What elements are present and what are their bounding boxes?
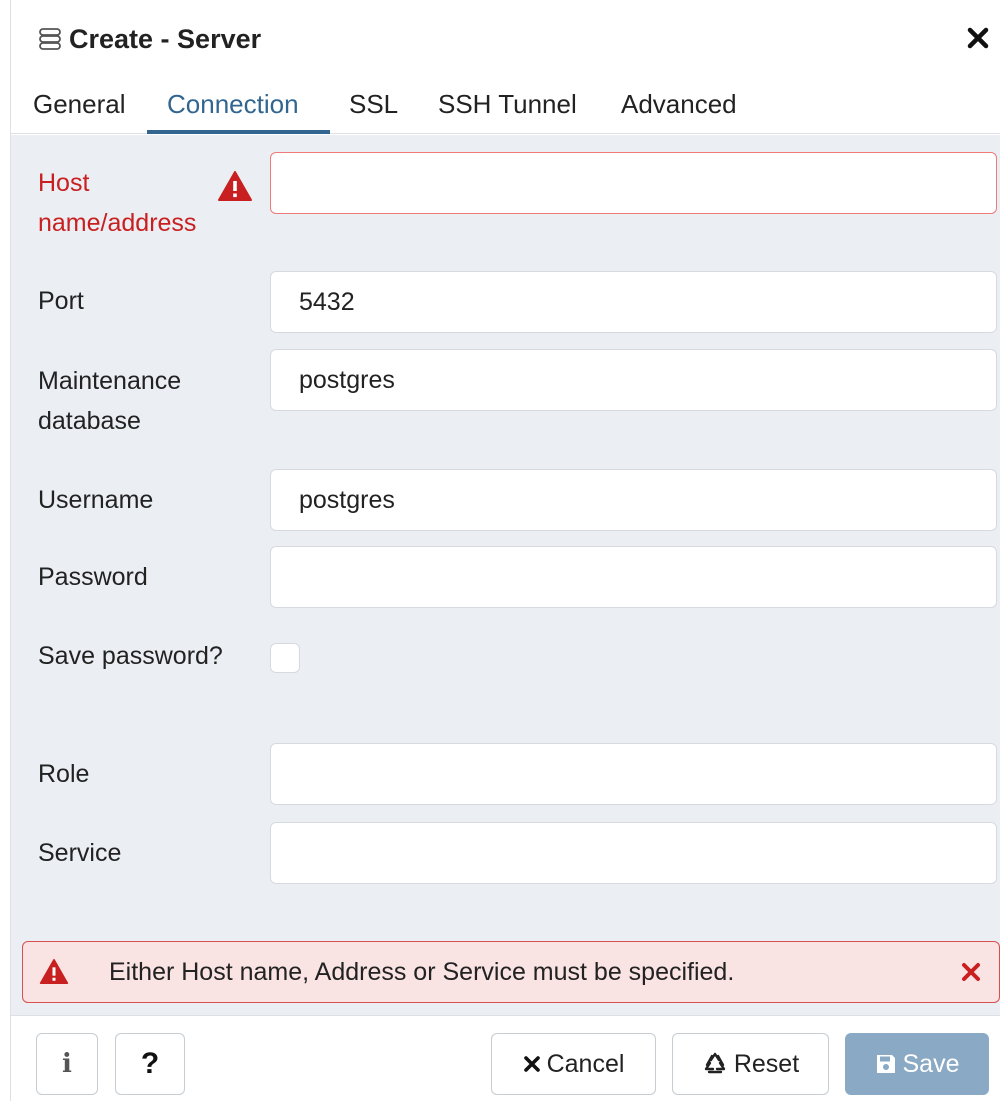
warning-icon: [39, 958, 69, 984]
info-icon: i: [62, 1049, 72, 1079]
close-icon[interactable]: [959, 960, 983, 984]
error-alert: Either Host name, Address or Service mus…: [22, 941, 1000, 1003]
save-label: Save: [902, 1049, 960, 1078]
role-label: Role: [38, 760, 90, 788]
tab-bar: General Connection SSL SSH Tunnel Advanc…: [11, 78, 1000, 134]
maintenance-db-input[interactable]: [270, 349, 997, 411]
help-button[interactable]: ?: [115, 1033, 185, 1095]
service-input[interactable]: [270, 822, 997, 884]
port-label: Port: [38, 287, 84, 315]
cancel-button[interactable]: Cancel: [491, 1033, 656, 1095]
save-password-checkbox[interactable]: [270, 643, 300, 673]
reset-button[interactable]: Reset: [672, 1033, 829, 1095]
tab-general[interactable]: General: [33, 84, 126, 134]
tab-ssh-tunnel[interactable]: SSH Tunnel: [438, 84, 577, 134]
maintenance-db-label: Maintenance database: [38, 367, 182, 435]
dialog-title: Create - Server: [69, 24, 262, 54]
cancel-label: Cancel: [546, 1049, 625, 1078]
username-label: Username: [38, 486, 154, 514]
error-message: Either Host name, Address or Service mus…: [109, 958, 735, 986]
password-label: Password: [38, 563, 148, 591]
dialog-footer: i ? Cancel Reset Save: [11, 1015, 1000, 1101]
save-password-label: Save password?: [38, 642, 223, 670]
tab-advanced[interactable]: Advanced: [621, 84, 737, 134]
username-input[interactable]: [270, 469, 997, 531]
password-input[interactable]: [270, 546, 997, 608]
port-input[interactable]: [270, 271, 997, 333]
active-tab-indicator: [147, 130, 330, 134]
recycle-icon: [704, 1052, 726, 1074]
tab-connection[interactable]: Connection: [167, 84, 299, 134]
help-icon: ?: [140, 1047, 160, 1080]
close-icon[interactable]: [964, 24, 992, 52]
info-button[interactable]: i: [36, 1033, 98, 1095]
floppy-disk-icon: [876, 1055, 895, 1073]
save-button[interactable]: Save: [845, 1033, 989, 1095]
close-icon: [523, 1056, 540, 1072]
server-icon: [39, 28, 61, 50]
reset-label: Reset: [733, 1049, 800, 1078]
tab-ssl[interactable]: SSL: [349, 84, 398, 134]
dialog-header: Create - Server: [11, 0, 1000, 78]
service-label: Service: [38, 839, 122, 867]
role-input[interactable]: [270, 743, 997, 805]
warning-icon: [218, 171, 252, 201]
host-input[interactable]: [270, 152, 997, 214]
host-label: Host name/address: [38, 169, 197, 237]
connection-form: Host name/address Port Maintenance datab…: [11, 135, 1000, 1015]
